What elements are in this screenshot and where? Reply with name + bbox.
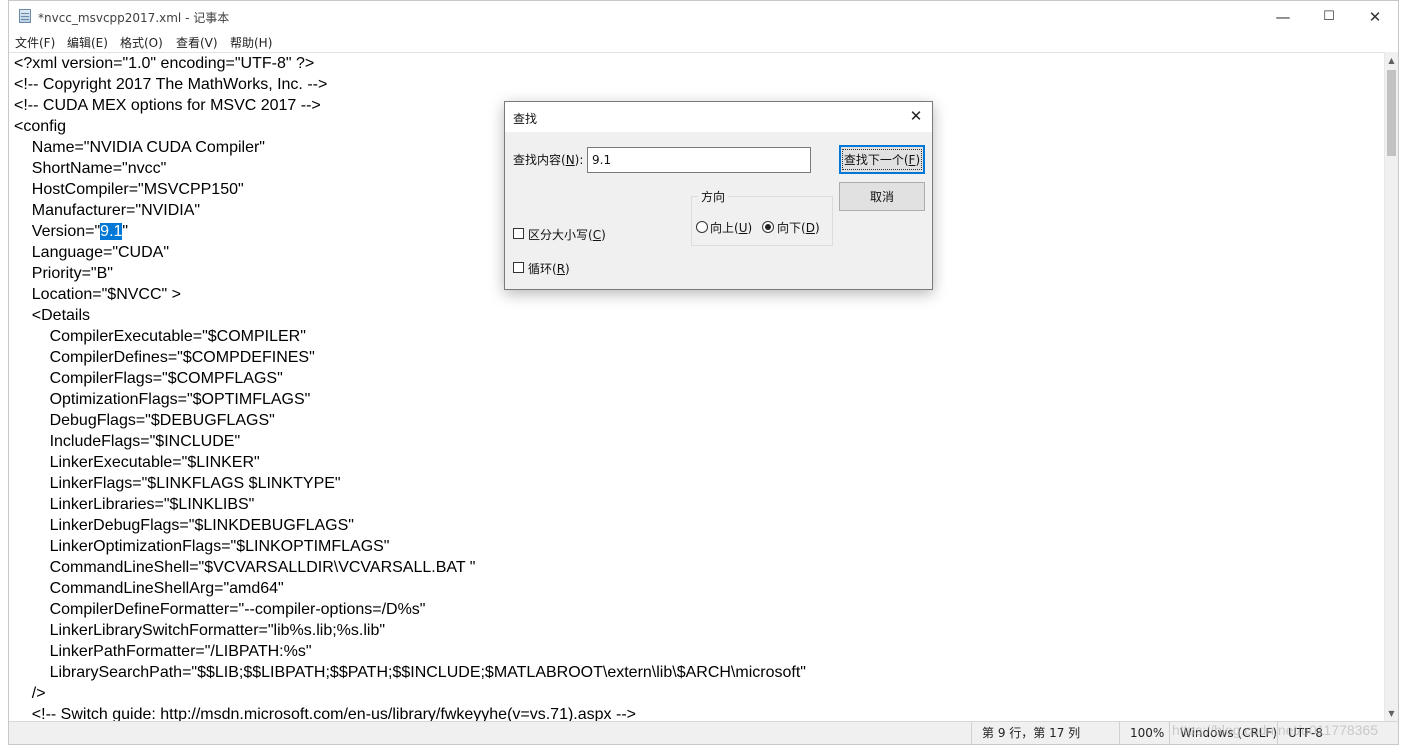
editor-line[interactable]: IncludeFlags="$INCLUDE" (14, 431, 241, 452)
direction-group: 方向 向上(U) 向下(D) (691, 188, 833, 246)
status-position: 第 9 行，第 17 列 (971, 722, 1119, 744)
menu-file[interactable]: 文件(F) (15, 34, 55, 51)
editor-line[interactable]: <!-- Copyright 2017 The MathWorks, Inc. … (14, 74, 327, 95)
editor-line[interactable]: CommandLineShellArg="amd64" (14, 578, 284, 599)
editor-line[interactable]: CompilerExecutable="$COMPILER" (14, 326, 306, 347)
editor-line[interactable]: <?xml version="1.0" encoding="UTF-8" ?> (14, 53, 314, 74)
editor-line[interactable]: Manufacturer="NVIDIA" (14, 200, 200, 221)
title-bar[interactable]: *nvcc_msvcpp2017.xml - 记事本 — ☐ ✕ (9, 1, 1398, 32)
editor-line[interactable]: LibrarySearchPath="$$LIB;$$LIBPATH;$$PAT… (14, 662, 806, 683)
editor-line[interactable]: LinkerDebugFlags="$LINKDEBUGFLAGS" (14, 515, 354, 536)
editor-line[interactable]: LinkerOptimizationFlags="$LINKOPTIMFLAGS… (14, 536, 390, 557)
direction-up-radio[interactable] (696, 221, 708, 233)
editor-line[interactable]: Language="CUDA" (14, 242, 169, 263)
match-case-checkbox[interactable] (513, 228, 524, 239)
editor-line[interactable]: CommandLineShell="$VCVARSALLDIR\VCVARSAL… (14, 557, 476, 578)
editor-line[interactable]: LinkerExecutable="$LINKER" (14, 452, 260, 473)
direction-down-label[interactable]: 向下(D) (777, 219, 820, 236)
close-button[interactable]: ✕ (1352, 1, 1398, 32)
menu-edit[interactable]: 编辑(E) (67, 34, 108, 51)
status-zoom: 100% (1119, 722, 1169, 744)
editor-line[interactable]: Location="$NVCC" > (14, 284, 181, 305)
editor-line[interactable]: Name="NVIDIA CUDA Compiler" (14, 137, 265, 158)
menu-view[interactable]: 查看(V) (176, 34, 218, 51)
direction-up-label[interactable]: 向上(U) (710, 219, 752, 236)
find-what-input[interactable]: 9.1 (587, 147, 811, 173)
editor-line[interactable]: LinkerLibrarySwitchFormatter="lib%s.lib;… (14, 620, 385, 641)
cancel-button[interactable]: 取消 (839, 182, 925, 211)
editor-line[interactable]: LinkerPathFormatter="/LIBPATH:%s" (14, 641, 312, 662)
menu-bar: 文件(F) 编辑(E) 格式(O) 查看(V) 帮助(H) (9, 32, 1398, 52)
direction-down-radio[interactable] (762, 221, 774, 233)
direction-group-title: 方向 (698, 188, 729, 205)
vertical-scrollbar[interactable]: ▲ ▼ (1384, 52, 1398, 721)
editor-line[interactable]: <Details (14, 305, 90, 326)
watermark: https://blog.csdn.net/u011778365 (1171, 722, 1378, 738)
editor-line[interactable]: ShortName="nvcc" (14, 158, 167, 179)
editor-line[interactable]: OptimizationFlags="$OPTIMFLAGS" (14, 389, 311, 410)
editor-line[interactable]: <!-- CUDA MEX options for MSVC 2017 --> (14, 95, 321, 116)
editor-line[interactable]: CompilerFlags="$COMPFLAGS" (14, 368, 283, 389)
editor-line[interactable]: HostCompiler="MSVCPP150" (14, 179, 244, 200)
editor-line[interactable]: /> (14, 683, 46, 704)
editor-line[interactable]: <config (14, 116, 66, 137)
find-what-label: 查找内容(N): (513, 153, 584, 167)
window-title: *nvcc_msvcpp2017.xml - 记事本 (38, 11, 230, 25)
status-bar: 第 9 行，第 17 列 100% Windows (CRLF) UTF-8 h… (9, 721, 1398, 744)
editor-line[interactable]: LinkerFlags="$LINKFLAGS $LINKTYPE" (14, 473, 341, 494)
find-next-button[interactable]: 查找下一个(F) (839, 145, 925, 174)
close-icon[interactable]: ✕ (906, 106, 926, 126)
menu-format[interactable]: 格式(O) (120, 34, 163, 51)
wrap-around-label[interactable]: 循环(R) (528, 260, 570, 277)
editor-line[interactable]: <!-- Switch guide: http://msdn.microsoft… (14, 704, 636, 721)
maximize-button[interactable]: ☐ (1306, 1, 1352, 32)
editor-line[interactable]: LinkerLibraries="$LINKLIBS" (14, 494, 255, 515)
notepad-icon (19, 9, 31, 23)
minimize-button[interactable]: — (1260, 1, 1306, 32)
editor-line[interactable]: CompilerDefineFormatter="--compiler-opti… (14, 599, 426, 620)
scroll-up-icon[interactable]: ▲ (1385, 53, 1398, 67)
find-dialog: 查找 ✕ 查找内容(N): 9.1 查找下一个(F) 取消 方向 向上(U) 向… (504, 101, 933, 290)
selected-text[interactable]: 9.1 (100, 223, 123, 240)
editor-line[interactable]: CompilerDefines="$COMPDEFINES" (14, 347, 315, 368)
wrap-around-checkbox[interactable] (513, 262, 524, 273)
scrollbar-thumb[interactable] (1387, 70, 1396, 156)
match-case-label[interactable]: 区分大小写(C) (528, 226, 606, 243)
editor-line[interactable]: Version="9.1" (14, 221, 128, 242)
find-dialog-title: 查找 (513, 112, 538, 126)
scroll-down-icon[interactable]: ▼ (1385, 706, 1398, 720)
find-dialog-titlebar[interactable]: 查找 ✕ (505, 102, 932, 132)
editor-line[interactable]: DebugFlags="$DEBUGFLAGS" (14, 410, 275, 431)
editor-line[interactable]: Priority="B" (14, 263, 113, 284)
menu-help[interactable]: 帮助(H) (230, 34, 272, 51)
